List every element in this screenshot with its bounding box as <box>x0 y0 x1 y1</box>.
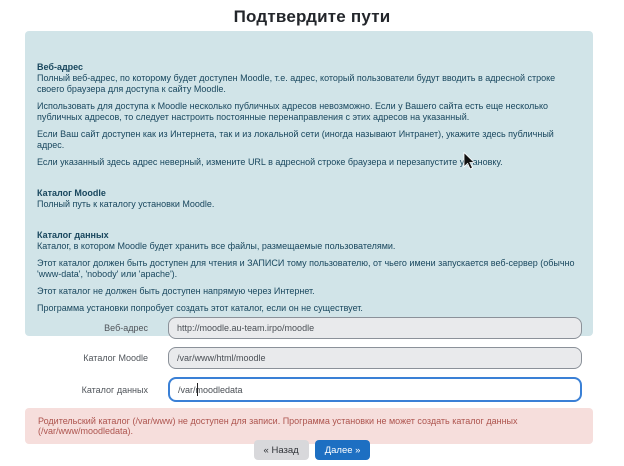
info-text-block: Полный путь к каталогу установки Moodle. <box>37 199 579 210</box>
field-value: http://moodle.au-team.irpo/moodle <box>177 323 314 333</box>
field-label: Каталог данных <box>0 385 148 395</box>
form-field-row: Веб-адрес http://moodle.au-team.irpo/moo… <box>0 317 624 339</box>
form-field-row: Каталог данных /var/moodledata <box>0 377 624 402</box>
info-text-block: Каталог, в котором Moodle будет хранить … <box>37 241 579 252</box>
field-value: /var/www/html/moodle <box>177 353 266 363</box>
back-button[interactable]: « Назад <box>254 440 309 460</box>
mouse-cursor-icon <box>463 152 475 170</box>
text-input[interactable]: /var/www/html/moodle <box>168 347 582 369</box>
info-text-block: Веб-адрес <box>37 62 579 73</box>
error-alert: Родительский каталог (/var/www) не досту… <box>25 408 593 444</box>
navigation-buttons: « Назад Далее » <box>0 440 624 460</box>
info-text-block: Этот каталог должен быть доступен для чт… <box>37 258 579 280</box>
next-button[interactable]: Далее » <box>315 440 371 460</box>
info-text-block: Этот каталог не должен быть доступен нап… <box>37 286 579 297</box>
field-label: Каталог Moodle <box>0 353 148 363</box>
info-text-block: Полный веб-адрес, по которому будет дост… <box>37 73 579 95</box>
info-text-block: Если Ваш сайт доступен как из Интернета,… <box>37 129 579 151</box>
info-text-block: Каталог Moodle <box>37 188 579 199</box>
info-text-block: Каталог данных <box>37 230 579 241</box>
paths-form: Веб-адрес http://moodle.au-team.irpo/moo… <box>0 317 624 410</box>
form-field-row: Каталог Moodle /var/www/html/moodle <box>0 347 624 369</box>
text-input[interactable]: http://moodle.au-team.irpo/moodle <box>168 317 582 339</box>
info-text-block: Использовать для доступа к Moodle нескол… <box>37 101 579 123</box>
page-title: Подтвердите пути <box>0 0 624 27</box>
text-input[interactable]: /var/moodledata <box>168 377 582 402</box>
field-value: /var/moodledata <box>178 385 243 395</box>
text-caret <box>197 383 198 396</box>
field-label: Веб-адрес <box>0 323 148 333</box>
info-text-block: Программа установки попробует создать эт… <box>37 303 579 314</box>
info-box: Веб-адресПолный веб-адрес, по которому б… <box>25 31 593 336</box>
info-text-block: Если указанный здесь адрес неверный, изм… <box>37 157 579 168</box>
